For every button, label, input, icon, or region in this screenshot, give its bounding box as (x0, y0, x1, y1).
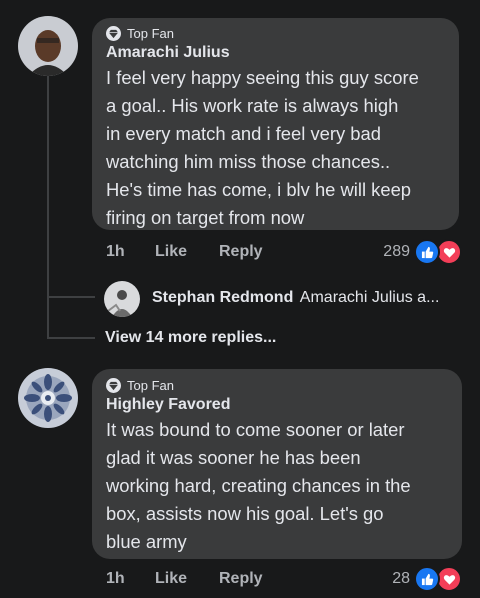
reaction-count: 28 (392, 570, 410, 587)
reply-avatar[interactable] (104, 281, 140, 317)
comment-line: box, assists now his goal. Let's go (106, 503, 384, 524)
reply-preview[interactable]: Stephan Redmond Amarachi Julius a... (152, 289, 439, 307)
comment-line: in every match and i feel very bad (106, 123, 381, 144)
comment-line: watching him miss those chances.. (106, 151, 391, 172)
comment-actions: 1h Like Reply (106, 241, 263, 263)
comment-line: a goal.. His work rate is always high (106, 95, 399, 116)
badge-label: Top Fan (127, 26, 174, 41)
comment-time: 1h (106, 570, 125, 587)
thread-line-branch-more (47, 337, 95, 339)
reactions-summary[interactable]: 289 (383, 239, 462, 265)
comment-text: I feel very happy seeing this guy score … (106, 64, 445, 232)
comment-time: 1h (106, 243, 125, 260)
comment-bubble[interactable]: Top Fan Amarachi Julius I feel very happ… (92, 18, 459, 230)
badge-label: Top Fan (127, 378, 174, 393)
diamond-icon (106, 26, 121, 41)
top-fan-badge: Top Fan (106, 26, 445, 41)
comment-author[interactable]: Amarachi Julius (106, 44, 445, 62)
comment-line: glad it was sooner he has been (106, 447, 361, 468)
like-button[interactable]: Like (155, 570, 219, 588)
like-reaction-icon (414, 239, 440, 265)
comment-line: blue army (106, 531, 187, 552)
avatar[interactable] (18, 16, 78, 76)
comment-line: firing on target from now (106, 207, 305, 228)
view-more-replies[interactable]: View 14 more replies... (105, 329, 276, 347)
comment-line: It was bound to come sooner or later (106, 419, 405, 440)
top-fan-badge: Top Fan (106, 378, 448, 393)
reaction-count: 289 (383, 243, 410, 260)
comment-actions: 1h Like Reply (106, 568, 263, 590)
reply-author[interactable]: Stephan Redmond (152, 289, 293, 306)
comment-author[interactable]: Highley Favored (106, 396, 448, 414)
comment-line: I feel very happy seeing this guy score (106, 67, 419, 88)
comment-bubble[interactable]: Top Fan Highley Favored It was bound to … (92, 369, 462, 559)
avatar-image (18, 368, 78, 428)
avatar[interactable] (18, 368, 78, 428)
reactions-summary[interactable]: 28 (392, 566, 462, 592)
diamond-icon (106, 378, 121, 393)
reply-avatar-image (104, 281, 140, 317)
reply-button[interactable]: Reply (219, 570, 263, 588)
reply-button[interactable]: Reply (219, 243, 263, 261)
like-reaction-icon (414, 566, 440, 592)
comment-line: He's time has come, i blv he will keep (106, 179, 412, 200)
reply-snippet: Amarachi Julius a... (299, 289, 440, 306)
comment-text: It was bound to come sooner or later gla… (106, 416, 448, 556)
like-button[interactable]: Like (155, 243, 219, 261)
thread-line-branch-reply (47, 296, 95, 298)
avatar-image (18, 16, 78, 76)
comment-line: working hard, creating chances in the (106, 475, 411, 496)
thread-line-vertical (47, 76, 49, 338)
